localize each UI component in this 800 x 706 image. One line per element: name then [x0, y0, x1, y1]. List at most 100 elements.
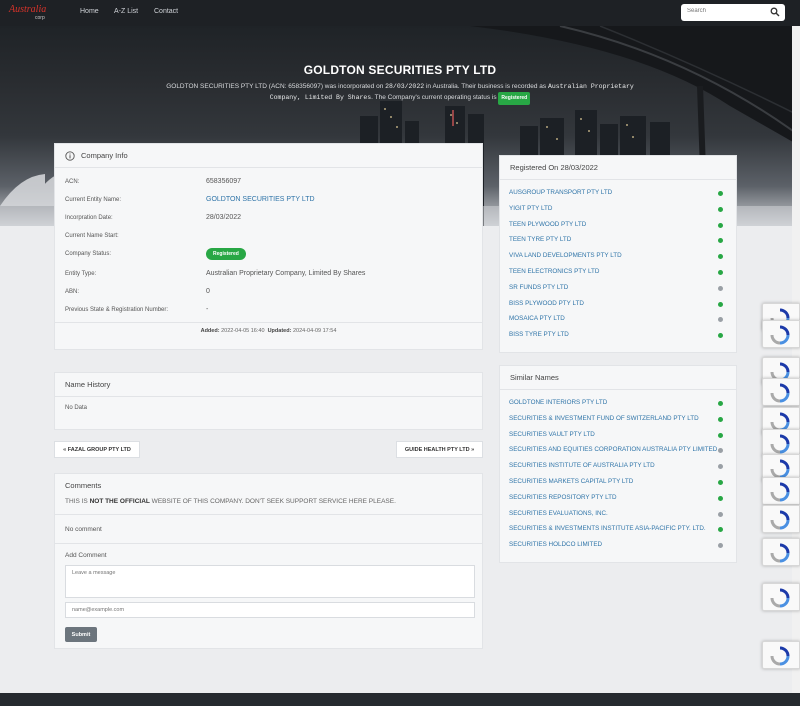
recaptcha-icon: [770, 325, 790, 345]
list-item: SECURITIES EVALUATIONS, INC.: [500, 507, 736, 523]
info-icon: [65, 150, 75, 161]
incorporation-date-label: Incorpration Date:: [65, 215, 113, 221]
list-item: GOLDTONE INTERIORS PTY LTD: [500, 396, 736, 412]
recaptcha-badge[interactable]: [762, 477, 800, 505]
list-item: SECURITIES REPOSITORY PTY LTD: [500, 491, 736, 507]
list-item: VIVA LAND DEVELOPMENTS PTY LTD: [500, 249, 736, 265]
name-start-label: Current Name Start:: [65, 233, 119, 239]
company-link[interactable]: TEEN PLYWOOD PTY LTD: [509, 221, 586, 228]
similar-names-title: Similar Names: [500, 366, 736, 390]
company-status-badge: Registered: [206, 248, 246, 260]
list-item: SECURITIES & INVESTMENT FUND OF SWITZERL…: [500, 412, 736, 428]
company-link[interactable]: SECURITIES VAULT PTY LTD: [509, 431, 595, 438]
search-box: [681, 4, 785, 21]
add-comment-label: Add Comment: [65, 552, 107, 559]
site-footer: [0, 693, 800, 706]
status-dot: [718, 464, 723, 470]
incorporation-date-value: 28/03/2022: [206, 214, 242, 221]
name-history-empty: No Data: [65, 405, 88, 411]
list-item: AUSGROUP TRANSPORT PTY LTD: [500, 186, 736, 202]
recaptcha-badge[interactable]: [762, 378, 800, 406]
registered-on-title: Registered On 28/03/2022: [500, 156, 736, 180]
company-link[interactable]: TEEN TYRE PTY LTD: [509, 236, 571, 243]
updated-date: 2024-04-09 17:54: [292, 328, 337, 334]
status-dot: [718, 285, 723, 291]
company-link[interactable]: BISS PLYWOOD PTY LTD: [509, 300, 584, 307]
message-textarea[interactable]: [65, 565, 475, 598]
company-link[interactable]: GOLDTONE INTERIORS PTY LTD: [509, 399, 607, 406]
status-dot: [718, 416, 723, 422]
recaptcha-icon: [770, 510, 790, 530]
next-company-button[interactable]: GUIDE HEALTH PTY LTD »: [396, 441, 483, 458]
status-dot: [718, 527, 723, 533]
recaptcha-icon: [770, 482, 790, 502]
status-dot: [718, 511, 723, 517]
company-link[interactable]: MOSAICA PTY LTD: [509, 315, 565, 322]
company-link[interactable]: SECURITIES INSTITUTE OF AUSTRALIA PTY LT…: [509, 462, 655, 469]
site-logo[interactable]: Australia corp: [9, 4, 49, 22]
company-info-title: Company Info: [81, 151, 128, 160]
previous-state-value: -: [206, 306, 209, 313]
recaptcha-badge[interactable]: [762, 538, 800, 566]
acn-label: ACN:: [65, 179, 80, 185]
comments-title: Comments: [65, 481, 102, 490]
nav-home[interactable]: Home: [80, 8, 99, 15]
company-link[interactable]: SECURITIES MARKETS CAPITAL PTY LTD: [509, 478, 633, 485]
added-date: 2022-04-05 16:40: [221, 328, 265, 334]
list-item: SECURITIES AND EQUITIES CORPORATION AUST…: [500, 443, 736, 459]
no-comment-text: No comment: [65, 526, 102, 533]
status-dot: [718, 301, 723, 307]
recaptcha-icon: [770, 434, 790, 454]
company-link[interactable]: YIGIT PTY LTD: [509, 205, 552, 212]
name-history-card: Name History No Data: [54, 372, 483, 430]
recaptcha-badge[interactable]: [762, 320, 800, 348]
nav-a-z-list[interactable]: A-Z List: [114, 8, 138, 15]
recaptcha-badge[interactable]: [762, 429, 800, 457]
list-item: SECURITIES VAULT PTY LTD: [500, 428, 736, 444]
recaptcha-badge[interactable]: [762, 641, 800, 669]
abn-label: ABN:: [65, 289, 80, 295]
search-input[interactable]: [687, 8, 757, 14]
list-item: MOSAICA PTY LTD: [500, 312, 736, 328]
list-item: BISS PLYWOOD PTY LTD: [500, 297, 736, 313]
company-link[interactable]: TEEN ELECTRONICS PTY LTD: [509, 268, 599, 275]
list-item: SECURITIES HOLDCO LIMITED: [500, 538, 736, 554]
company-link[interactable]: SECURITIES HOLDCO LIMITED: [509, 541, 602, 548]
recaptcha-badge[interactable]: [762, 505, 800, 533]
entity-name-link[interactable]: GOLDTON SECURITIES PTY LTD: [206, 196, 315, 203]
status-dot: [718, 269, 723, 275]
company-link[interactable]: SECURITIES AND EQUITIES CORPORATION AUST…: [509, 446, 717, 453]
comments-card: Comments THIS IS NOT THE OFFICIAL WEBSIT…: [54, 473, 483, 649]
status-dot: [718, 543, 723, 549]
previous-state-label: Previous State & Registration Number:: [65, 307, 169, 313]
list-item: SECURITIES INSTITUTE OF AUSTRALIA PTY LT…: [500, 459, 736, 475]
entity-type-label: Entity Type:: [65, 271, 97, 277]
recaptcha-icon: [770, 646, 790, 666]
previous-company-button[interactable]: « FAZAL GROUP PTY LTD: [54, 441, 140, 458]
status-dot: [718, 495, 723, 501]
company-link[interactable]: SR FUNDS PTY LTD: [509, 284, 568, 291]
company-link[interactable]: SECURITIES REPOSITORY PTY LTD: [509, 494, 617, 501]
company-link[interactable]: AUSGROUP TRANSPORT PTY LTD: [509, 189, 612, 196]
company-link[interactable]: SECURITIES & INVESTMENT FUND OF SWITZERL…: [509, 415, 699, 422]
submit-button[interactable]: Submit: [65, 627, 97, 642]
search-icon[interactable]: [770, 7, 780, 17]
record-dates: Added: 2022-04-05 16:40 Updated: 2024-04…: [200, 328, 337, 334]
disclaimer-note: THIS IS NOT THE OFFICIAL WEBSITE OF THIS…: [65, 498, 396, 505]
company-link[interactable]: SECURITIES & INVESTMENTS INSTITUTE ASIA-…: [509, 525, 706, 532]
list-item: SECURITIES MARKETS CAPITAL PTY LTD: [500, 475, 736, 491]
status-dot: [718, 432, 723, 438]
nav-contact[interactable]: Contact: [154, 8, 178, 15]
logo-subtext: corp: [35, 15, 45, 21]
top-nav: Australia corp Home A-Z List Contact: [0, 0, 800, 26]
list-item: SR FUNDS PTY LTD: [500, 281, 736, 297]
company-link[interactable]: VIVA LAND DEVELOPMENTS PTY LTD: [509, 252, 622, 259]
status-dot: [718, 206, 723, 212]
company-status-label: Company Status:: [65, 251, 112, 257]
logo-text: Australia: [9, 4, 47, 15]
company-link[interactable]: SECURITIES EVALUATIONS, INC.: [509, 510, 608, 517]
recaptcha-badge[interactable]: [762, 583, 800, 611]
email-field[interactable]: [65, 602, 475, 618]
list-item: SECURITIES & INVESTMENTS INSTITUTE ASIA-…: [500, 522, 736, 538]
company-link[interactable]: BISS TYRE PTY LTD: [509, 331, 569, 338]
